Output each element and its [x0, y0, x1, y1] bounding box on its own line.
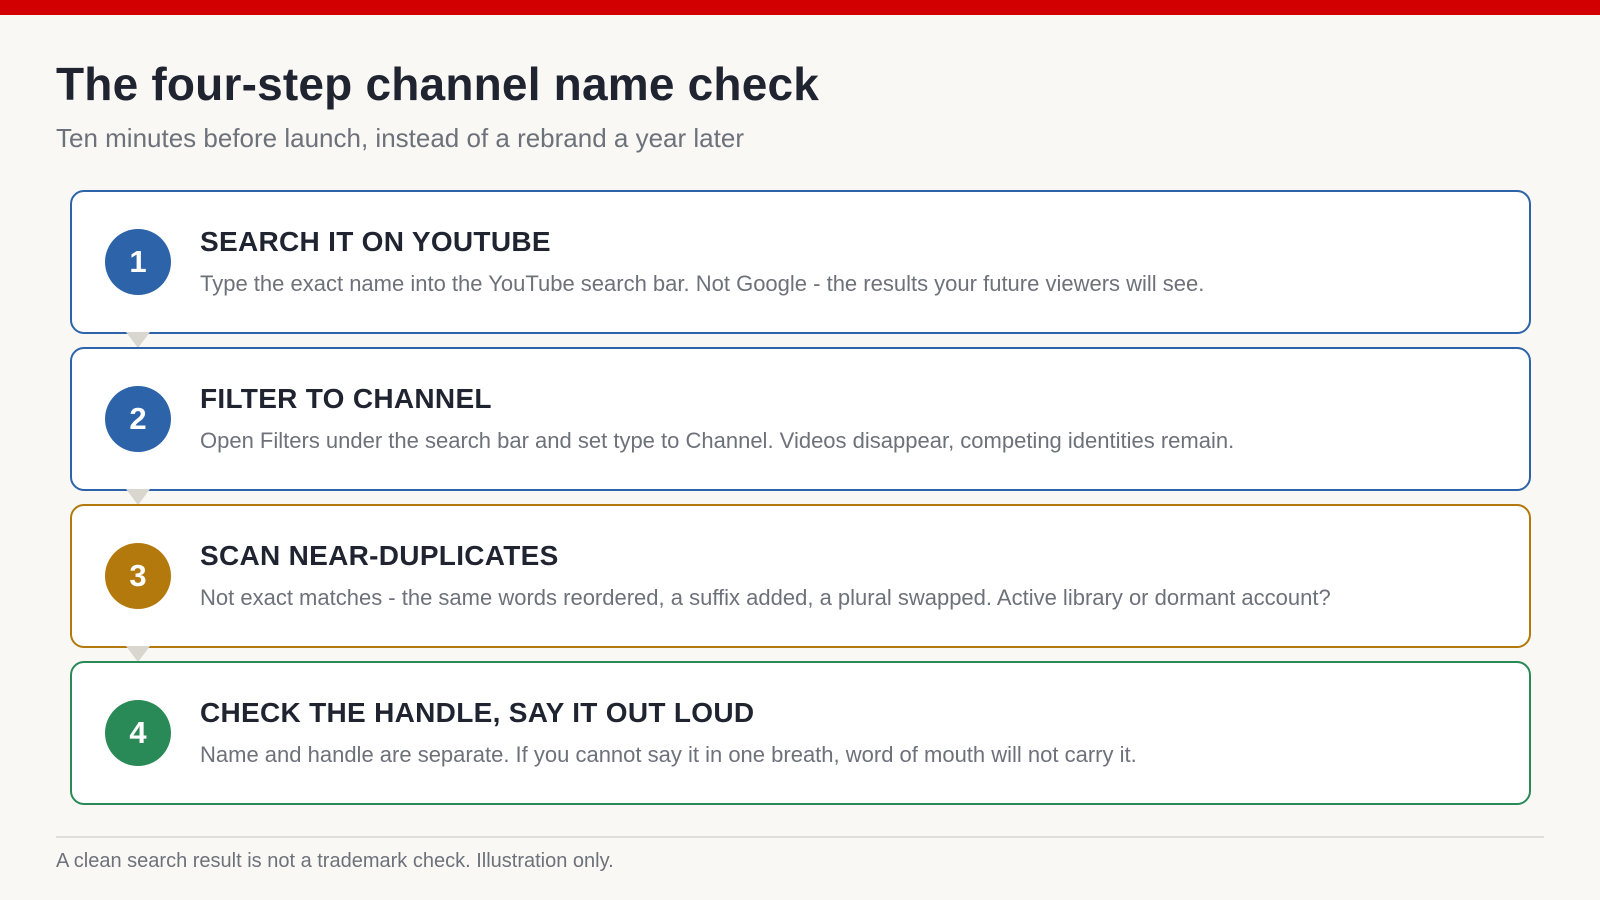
page-subtitle: Ten minutes before launch, instead of a …: [56, 123, 744, 153]
step-title: FILTER TO CHANNEL: [200, 383, 492, 414]
step-description: Type the exact name into the YouTube sea…: [200, 271, 1205, 296]
down-arrow-icon: [126, 646, 150, 662]
down-arrow-icon: [126, 332, 150, 348]
step-card-1: 1 SEARCH IT ON YOUTUBE Type the exact na…: [70, 190, 1531, 334]
step-title: SCAN NEAR-DUPLICATES: [200, 540, 559, 571]
step-card-3: 3 SCAN NEAR-DUPLICATES Not exact matches…: [70, 504, 1531, 648]
step-card-2: 2 FILTER TO CHANNEL Open Filters under t…: [70, 347, 1531, 491]
step-title: CHECK THE HANDLE, SAY IT OUT LOUD: [200, 697, 755, 728]
step-number-badge: 2: [105, 386, 171, 452]
footer-divider: [56, 836, 1544, 838]
step-title: SEARCH IT ON YOUTUBE: [200, 226, 551, 257]
step-card-4: 4 CHECK THE HANDLE, SAY IT OUT LOUD Name…: [70, 661, 1531, 805]
step-number-badge: 3: [105, 543, 171, 609]
step-number-badge: 4: [105, 700, 171, 766]
step-number-badge: 1: [105, 229, 171, 295]
footnote: A clean search result is not a trademark…: [56, 850, 614, 872]
step-description: Name and handle are separate. If you can…: [200, 742, 1137, 767]
step-description: Not exact matches - the same words reord…: [200, 585, 1331, 610]
down-arrow-icon: [126, 489, 150, 505]
top-accent-bar: [0, 0, 1600, 15]
step-description: Open Filters under the search bar and se…: [200, 428, 1235, 453]
page-title: The four-step channel name check: [56, 58, 820, 110]
